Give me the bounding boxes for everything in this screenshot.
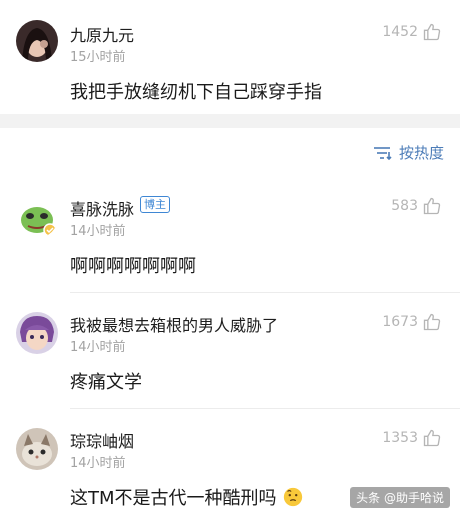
like-button[interactable]: 1353 — [382, 428, 442, 448]
commenter-name[interactable]: 琮琮岫烟 — [70, 428, 134, 452]
like-count: 1452 — [382, 24, 418, 40]
avatar-photo — [16, 20, 58, 62]
thumbs-up-icon — [423, 313, 441, 331]
sort-icon — [373, 146, 392, 160]
like-count: 1673 — [382, 314, 418, 330]
thumbs-up-icon — [423, 197, 441, 215]
like-count: 583 — [391, 198, 418, 214]
avatar[interactable] — [16, 312, 58, 354]
avatar-anime — [16, 312, 58, 354]
avatar-cat — [16, 428, 58, 470]
watermark: 头条 @助手哈说 — [350, 487, 450, 508]
commenter-name[interactable]: 喜脉洗脉 — [70, 196, 134, 220]
commenter-name[interactable]: 我被最想去箱根的男人威胁了 — [70, 312, 278, 336]
thumbs-up-icon — [423, 23, 441, 41]
comment-text: 我把手放缝纫机下自己踩穿手指 — [70, 82, 322, 103]
author-badge: 博主 — [140, 196, 170, 213]
commenter-name[interactable]: 九原九元 — [70, 22, 134, 46]
comment-time: 14小时前 — [70, 340, 126, 355]
sort-by-hot-button[interactable]: 按热度 — [373, 142, 444, 163]
comment-text: 啊啊啊啊啊啊啊 — [70, 256, 196, 277]
avatar[interactable] — [16, 196, 58, 238]
comment-text-row: 这TM不是古代一种酷刑吗 — [70, 484, 304, 510]
comment-text: 这TM不是古代一种酷刑吗 — [70, 488, 277, 509]
like-button[interactable]: 583 — [391, 196, 442, 216]
comment-time: 14小时前 — [70, 456, 126, 471]
divider — [70, 292, 460, 293]
section-divider — [0, 114, 460, 128]
comment-text: 疼痛文学 — [70, 372, 142, 393]
like-count: 1353 — [382, 430, 418, 446]
thumbs-up-icon — [423, 429, 441, 447]
sort-label: 按热度 — [398, 144, 444, 162]
like-button[interactable]: 1673 — [382, 312, 442, 332]
divider — [70, 408, 460, 409]
comment-time: 15小时前 — [70, 50, 126, 65]
avatar-frog — [16, 196, 58, 238]
thinking-face-icon — [284, 487, 303, 507]
like-button[interactable]: 1452 — [382, 22, 442, 42]
avatar[interactable] — [16, 20, 58, 62]
comment-time: 14小时前 — [70, 224, 126, 239]
avatar[interactable] — [16, 428, 58, 470]
